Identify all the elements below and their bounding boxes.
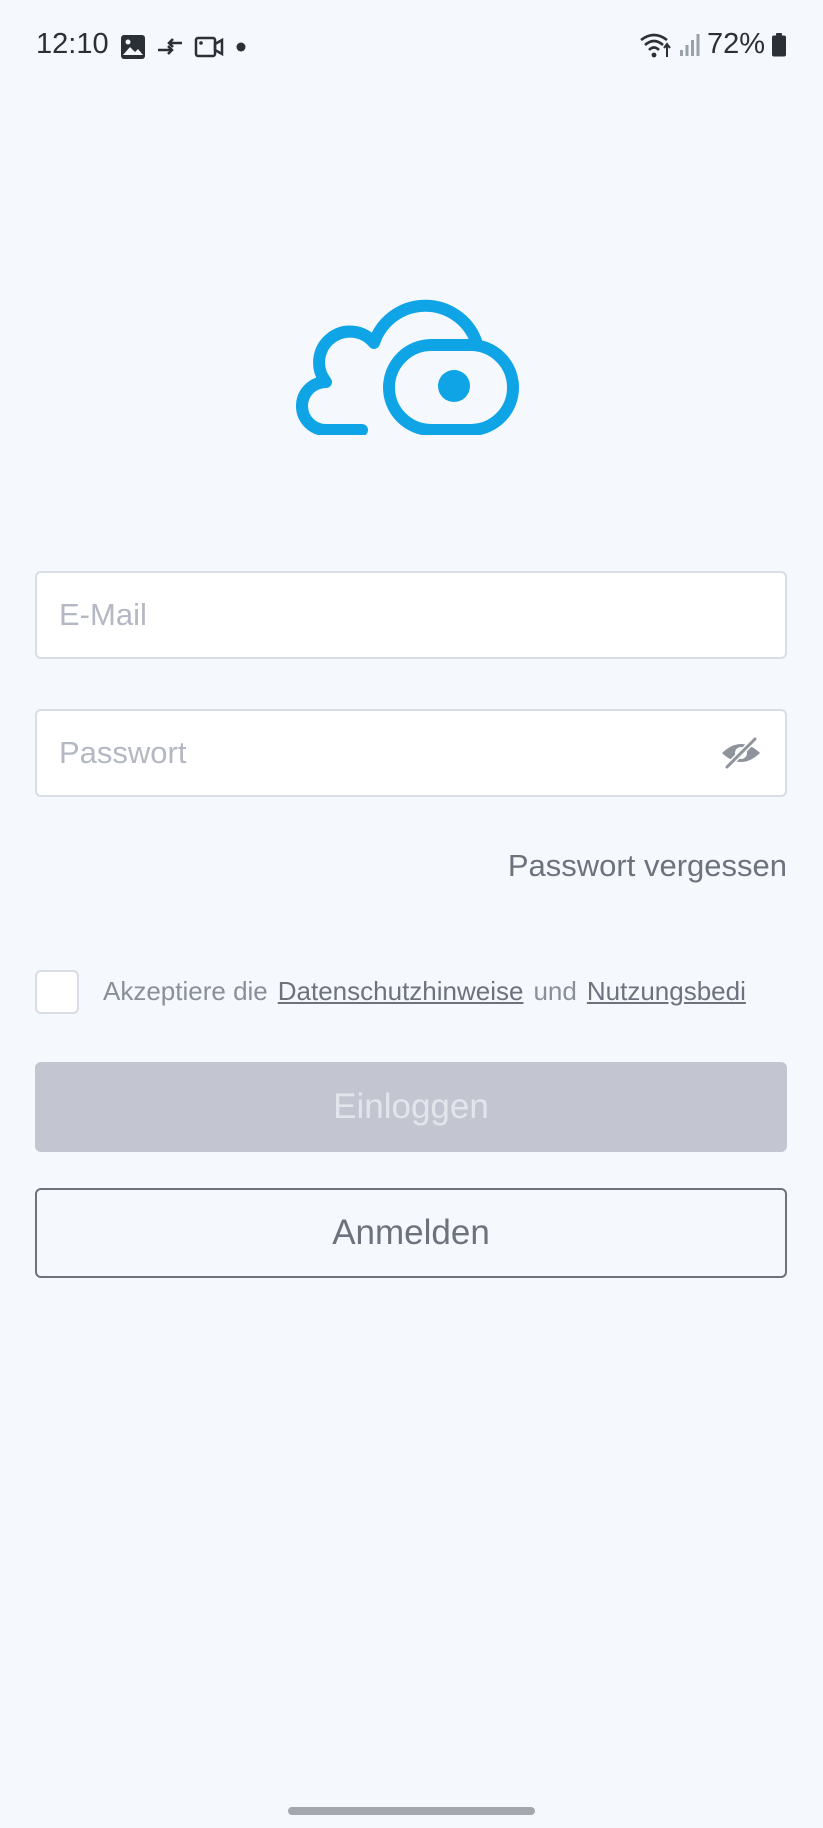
terms-link[interactable]: Nutzungsbedi bbox=[587, 976, 746, 1006]
eye-off-icon[interactable] bbox=[719, 733, 763, 773]
transfer-arrows-icon bbox=[158, 38, 182, 55]
home-indicator[interactable] bbox=[288, 1807, 535, 1815]
consent-checkbox[interactable] bbox=[35, 970, 79, 1014]
status-notification-icons bbox=[120, 30, 248, 64]
consent-and: und bbox=[533, 976, 577, 1006]
video-camera-icon bbox=[194, 36, 224, 58]
status-time: 12:10 bbox=[36, 28, 109, 60]
password-field[interactable] bbox=[35, 709, 787, 797]
consent-row: Akzeptiere die Datenschutzhinweise und Nutz… bbox=[35, 970, 787, 1016]
status-bar: 12:10 72% bbox=[0, 0, 823, 94]
notification-dot-icon bbox=[236, 42, 246, 52]
consent-text: Akzeptiere die Datenschutzhinweise und Nutz… bbox=[103, 976, 746, 1007]
signal-icon bbox=[679, 33, 700, 56]
cloud-camera-logo bbox=[296, 299, 519, 435]
email-field[interactable] bbox=[35, 571, 787, 659]
login-button[interactable]: Einloggen bbox=[35, 1062, 787, 1152]
privacy-link[interactable]: Datenschutzhinweise bbox=[278, 976, 524, 1006]
image-icon bbox=[121, 35, 145, 59]
battery-icon bbox=[772, 32, 786, 56]
register-button[interactable]: Anmelden bbox=[35, 1188, 787, 1278]
consent-prefix: Akzeptiere die bbox=[103, 976, 268, 1006]
status-system-icons: 72% bbox=[639, 28, 787, 61]
password-input[interactable] bbox=[59, 711, 699, 795]
forgot-password-link[interactable]: Passwort vergessen bbox=[508, 848, 787, 884]
battery-percent: 72% bbox=[706, 28, 765, 60]
wifi-icon bbox=[640, 33, 671, 57]
email-input[interactable] bbox=[59, 573, 699, 657]
